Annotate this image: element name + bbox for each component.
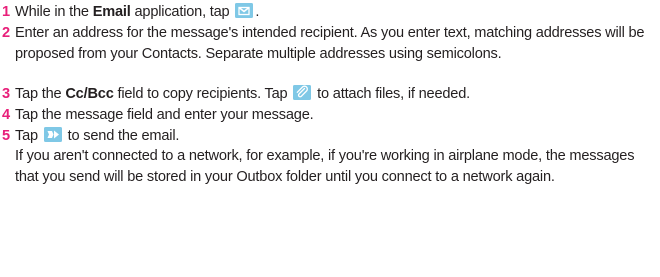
step-text-part: to attach files, if needed. — [313, 86, 470, 102]
step-2: 2 Enter an address for the message's int… — [2, 23, 654, 64]
step-text: Tap the message field and enter your mes… — [15, 107, 314, 123]
step-text-part: to send the email. — [63, 128, 180, 144]
step-4: 4 Tap the message field and enter your m… — [2, 105, 654, 126]
step-text: While in the Email application, tap . — [15, 2, 654, 23]
step-text-part: Tap — [15, 128, 42, 144]
step-text-part: . — [255, 4, 260, 20]
app-name: Email — [92, 4, 131, 20]
step-number: 1 — [2, 4, 10, 20]
step-text-part: While in the — [15, 4, 93, 20]
step-number: 3 — [2, 86, 10, 102]
step-text: Enter an address for the message's inten… — [15, 25, 645, 62]
step-text: Tap the Cc/Bcc field to copy recipients.… — [15, 84, 654, 105]
step-text-part: application, tap — [130, 4, 234, 20]
paperclip-icon — [293, 85, 312, 100]
instruction-page: 1 While in the Email application, tap . … — [0, 0, 660, 277]
step-number: 5 — [2, 128, 10, 144]
compose-email-icon — [235, 3, 254, 18]
step-5-note: If you aren't connected to a network, fo… — [15, 148, 635, 185]
step-5: 5 Tap to send the email. — [2, 126, 654, 147]
field-name: Cc/Bcc — [65, 86, 114, 102]
step-3: 3 Tap the Cc/Bcc field to copy recipient… — [2, 84, 654, 105]
step-number: 4 — [2, 107, 10, 123]
step-text: Tap to send the email. — [15, 126, 654, 147]
send-icon — [43, 127, 62, 142]
step-text-part: field to copy recipients. Tap — [113, 86, 292, 102]
step-1: 1 While in the Email application, tap . — [2, 2, 654, 23]
step-text-part: Tap the — [15, 86, 66, 102]
step-number: 2 — [2, 25, 10, 41]
